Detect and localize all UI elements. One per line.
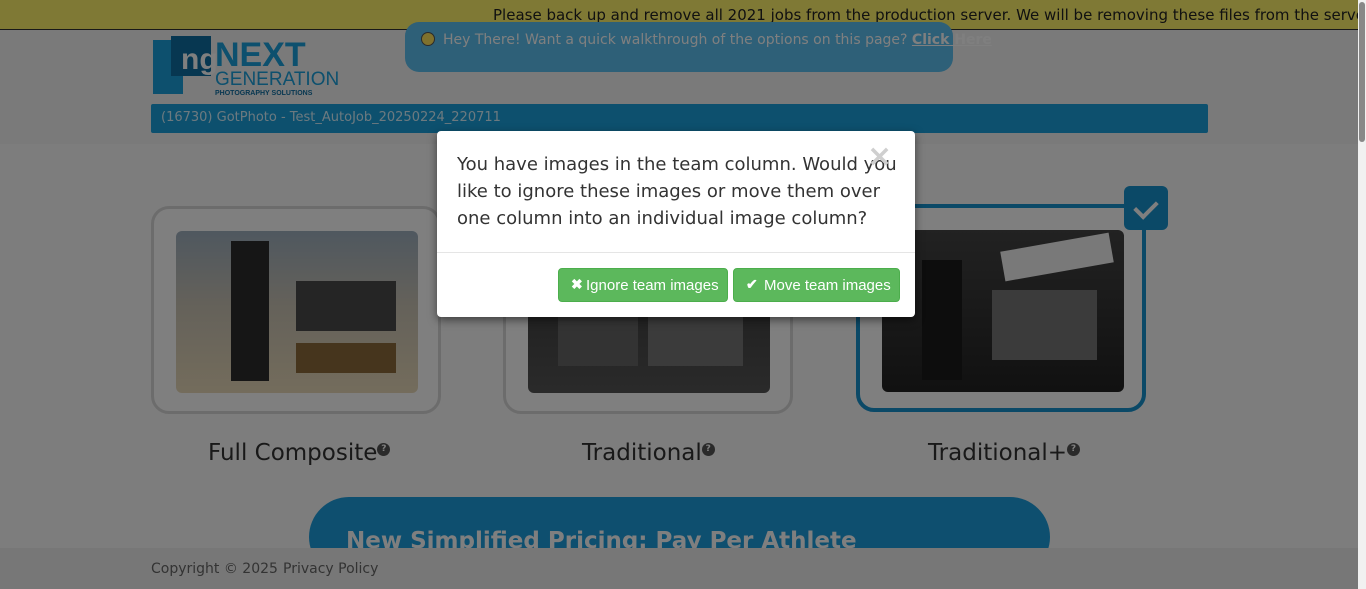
- move-button-label: Move team images: [764, 277, 891, 294]
- dialog-message: You have images in the team column. Woul…: [457, 154, 897, 229]
- dialog-divider: [437, 252, 915, 253]
- team-images-dialog: You have images in the team column. Woul…: [437, 131, 915, 317]
- ignore-team-images-button[interactable]: ✖ Ignore team images: [558, 268, 728, 302]
- move-team-images-button[interactable]: ✔ Move team images: [733, 268, 900, 302]
- ignore-button-label: Ignore team images: [586, 277, 719, 294]
- page-scrollbar[interactable]: [1358, 0, 1366, 589]
- scrollbar-thumb[interactable]: [1359, 2, 1365, 142]
- close-icon[interactable]: ×: [867, 142, 892, 172]
- times-icon: ✖: [571, 276, 583, 292]
- check-icon: ✔: [746, 276, 758, 292]
